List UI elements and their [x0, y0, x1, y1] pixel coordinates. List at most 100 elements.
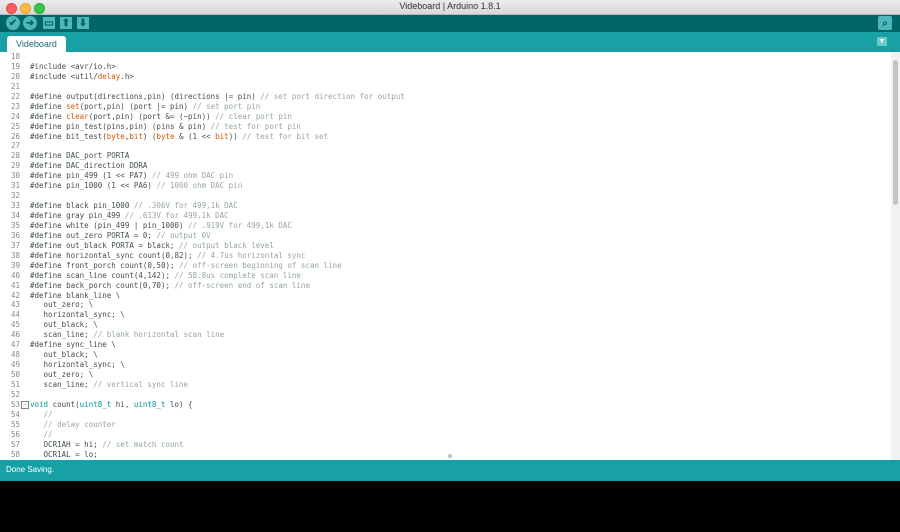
code-text: out_zero; \	[30, 370, 94, 379]
line-number: 41	[10, 280, 20, 290]
line-number: 31	[10, 181, 20, 191]
line-number: 33	[10, 201, 20, 211]
line-number: 37	[10, 240, 20, 250]
line-number: 39	[10, 260, 20, 270]
code-text: #define white (pin_499 | pin_1000) // .9…	[30, 220, 292, 230]
line-number: 26	[10, 131, 20, 141]
code-text: OCR1AH = hi; // set match count	[30, 439, 184, 449]
code-text: #define blank_line \	[30, 290, 121, 300]
code-text: #define back_porch count(0,70); // off-s…	[30, 280, 310, 290]
line-number: 53	[10, 399, 20, 409]
new-file-icon: ▭	[44, 17, 54, 29]
line-number: 42	[10, 290, 20, 300]
line-number: 51	[10, 379, 20, 389]
status-message: Done Saving.	[6, 465, 55, 474]
line-number: 32	[10, 191, 20, 201]
line-number: 56	[10, 429, 20, 439]
line-number: 55	[10, 419, 20, 429]
code-text: #define output(directions,pin) (directio…	[30, 91, 405, 101]
code-text: #define DAC_port PORTA	[30, 151, 130, 161]
code-text: #define black pin_1000 // .306V for 499,…	[30, 201, 238, 211]
code-text: OCR1AL = lo;	[30, 449, 98, 459]
window-title: Videboard | Arduino 1.8.1	[399, 1, 501, 11]
line-number: 36	[10, 230, 20, 240]
title-bar: Videboard | Arduino 1.8.1	[0, 0, 900, 15]
code-text: //	[43, 429, 53, 439]
fold-icon[interactable]: −	[21, 400, 29, 409]
line-number: 54	[10, 409, 20, 419]
arrow-up-icon: ⬆	[61, 17, 71, 29]
code-text: #define gray pin_499 // .613V for 499,1k…	[30, 211, 229, 220]
tab-bar: Videboard ▼	[0, 32, 900, 52]
line-number: 48	[10, 350, 20, 360]
line-number: 27	[10, 141, 20, 151]
line-number: 46	[10, 330, 20, 340]
open-sketch-button[interactable]: ⬆	[60, 17, 72, 29]
line-number: 23	[10, 101, 20, 111]
code-text: scan_line; // vertical sync line	[30, 379, 189, 389]
line-number: 44	[10, 310, 20, 320]
code-text: #define clear(port,pin) (port &= (~pin))…	[30, 111, 292, 121]
line-number: 30	[10, 171, 20, 181]
code-text: #define out_black PORTA = black; // outp…	[30, 240, 274, 250]
serial-monitor-button[interactable]: ⌕	[878, 16, 892, 30]
arduino-ide-window: Videboard | Arduino 1.8.1 ✔ ➜ ▭ ⬆ ⬇ ⌕ Vi…	[0, 0, 900, 532]
vertical-scrollbar[interactable]	[891, 52, 900, 460]
line-number: 43	[10, 300, 20, 310]
code-text: horizontal_sync; \	[30, 360, 125, 370]
line-number: 57	[10, 439, 20, 449]
code-text: #define sync_line \	[30, 340, 116, 350]
line-number: 38	[10, 250, 20, 260]
line-number: 21	[10, 81, 20, 91]
code-text: void count(uint8_t hi, uint8_t lo) {	[30, 399, 193, 409]
line-number: 34	[10, 211, 20, 220]
code-text: #define pin_499 (1 << PA7) // 499 ohm DA…	[30, 171, 234, 181]
line-number: 28	[10, 151, 20, 161]
code-text: out_black; \	[30, 320, 98, 330]
status-bar: Done Saving.	[0, 460, 900, 481]
code-text: // delay counter	[43, 419, 116, 429]
line-number: 52	[10, 389, 20, 399]
console-output[interactable]	[0, 481, 900, 532]
code-text: #define DAC_direction DDRA	[30, 161, 148, 171]
code-text: out_black; \	[30, 350, 98, 360]
tab-videboard[interactable]: Videboard	[7, 36, 66, 52]
line-number: 35	[10, 220, 20, 230]
line-number: 49	[10, 360, 20, 370]
line-number: 45	[10, 320, 20, 330]
code-text: #define pin_test(pins,pin) (pins & pin) …	[30, 121, 301, 131]
line-number: 58	[10, 449, 20, 459]
code-text: horizontal_sync; \	[30, 310, 125, 320]
line-number: 47	[10, 340, 20, 350]
line-number: 18	[10, 52, 20, 61]
arrow-down-icon: ⬇	[78, 17, 88, 29]
save-sketch-button[interactable]: ⬇	[77, 17, 89, 29]
code-text: #define out_zero PORTA = 0; // output 0V	[30, 230, 211, 240]
code-text: #define set(port,pin) (port |= pin) // s…	[30, 101, 261, 111]
line-number: 29	[10, 161, 20, 171]
code-text: #define bit_test(byte,bit) (byte & (1 <<…	[30, 131, 329, 141]
code-text: //	[43, 409, 53, 419]
code-text: #define front_porch count(0,50); // off-…	[30, 260, 342, 270]
code-text: #include <avr/io.h>	[30, 61, 116, 71]
new-sketch-button[interactable]: ▭	[43, 17, 55, 29]
checkmark-icon: ✔	[8, 17, 18, 29]
verify-button[interactable]: ✔	[6, 16, 20, 30]
line-number: 20	[10, 71, 20, 81]
code-text: scan_line; // blank horizontal scan line	[30, 330, 225, 340]
line-number: 25	[10, 121, 20, 131]
code-text: #define pin_1000 (1 << PA6) // 1000 ohm …	[30, 181, 243, 191]
tab-menu-button[interactable]: ▼	[877, 37, 887, 46]
chevron-down-icon: ▼	[878, 38, 886, 45]
splitter-handle[interactable]	[448, 454, 452, 458]
code-text: out_zero; \	[30, 300, 94, 310]
line-number: 19	[10, 61, 20, 71]
arrow-right-icon: ➜	[25, 17, 35, 29]
scrollbar-thumb[interactable]	[893, 60, 898, 205]
line-number: 40	[10, 270, 20, 280]
magnifier-icon: ⌕	[882, 17, 888, 29]
upload-button[interactable]: ➜	[23, 16, 37, 30]
toolbar: ✔ ➜ ▭ ⬆ ⬇ ⌕	[0, 15, 900, 32]
code-editor[interactable]: 18 19 #include <avr/io.h> 20 #include <util/…	[0, 52, 891, 460]
line-number: 24	[10, 111, 20, 121]
